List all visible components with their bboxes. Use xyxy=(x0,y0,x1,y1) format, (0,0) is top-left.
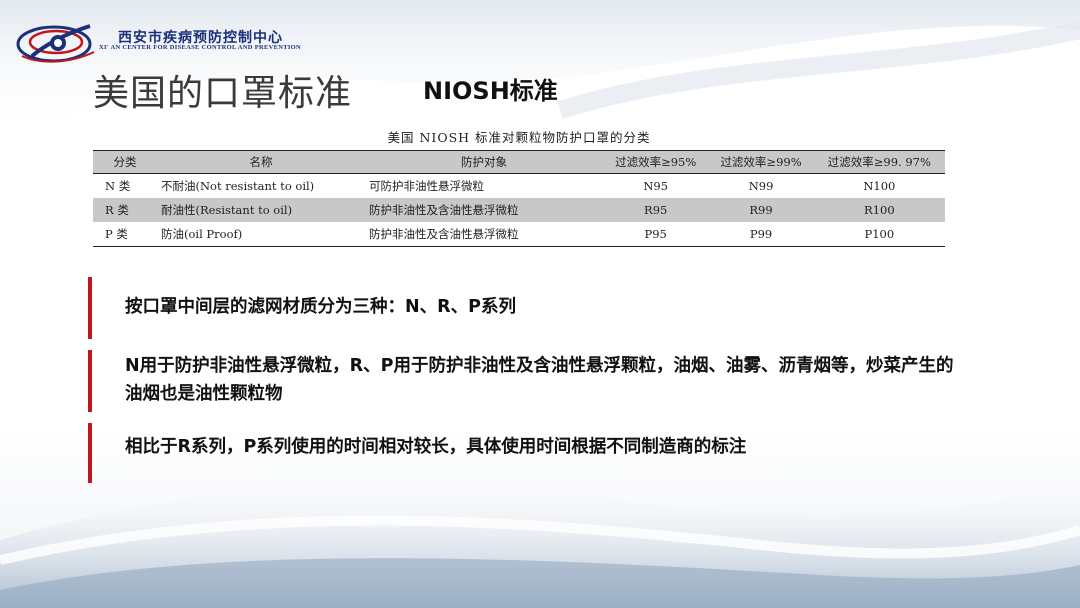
header-cell: 防护对象 xyxy=(461,155,507,169)
table-row: P 类 防油(oil Proof) 防护非油性及含油性悬浮微粒 P95 P99 … xyxy=(93,222,945,247)
table-cell: 防护非油性及含油性悬浮微粒 xyxy=(369,203,519,217)
header-cell: 过滤效率≥99. 97% xyxy=(827,155,931,169)
table-cell: R100 xyxy=(864,203,895,217)
table-row: R 类 耐油性(Resistant to oil) 防护非油性及含油性悬浮微粒 … xyxy=(93,198,945,222)
table-header-row: 分类 名称 防护对象 过滤效率≥95% 过滤效率≥99% 过滤效率≥99. 97… xyxy=(93,150,945,174)
table-cell: R 类 xyxy=(105,203,129,217)
header-cell: 分类 xyxy=(113,155,137,169)
table-cell: 耐油性(Resistant to oil) xyxy=(161,203,293,217)
org-name-en: XI' AN CENTER FOR DISEASE CONTROL AND PR… xyxy=(99,44,302,51)
bullet-text: N用于防护非油性悬浮微粒，R、P用于防护非油性及含油性悬浮颗粒，油烟、油雾、沥青… xyxy=(125,356,954,404)
table-cell: 不耐油(Not resistant to oil) xyxy=(161,179,315,193)
bullet-text: 按口罩中间层的滤网材质分为三种：N、R、P系列 xyxy=(125,297,516,317)
niosh-table-figure: 美国 NIOSH 标准对颗粒物防护口罩的分类 分类 名称 防护对象 过滤效率≥9… xyxy=(88,120,950,254)
cdc-logo-icon xyxy=(16,24,95,63)
table-cell: P99 xyxy=(749,227,773,241)
slide: 西安市疾病预防控制中心 XI' AN CENTER FOR DISEASE CO… xyxy=(0,0,1080,608)
header-cell: 名称 xyxy=(249,155,273,169)
header-cell: 过滤效率≥95% xyxy=(615,155,697,169)
table-cell: R99 xyxy=(749,203,773,217)
table-cell: P 类 xyxy=(105,227,128,241)
bullet-text: 相比于R系列，P系列使用的时间相对较长，具体使用时间根据不同制造商的标注 xyxy=(125,437,747,457)
table-cell: 可防护非油性悬浮微粒 xyxy=(369,179,484,193)
table-cell: P95 xyxy=(644,227,667,241)
niosh-classification-table: 分类 名称 防护对象 过滤效率≥95% 过滤效率≥99% 过滤效率≥99. 97… xyxy=(93,150,945,247)
page-title: 美国的口罩标准 xyxy=(93,73,353,114)
bullet-accent-bar xyxy=(88,350,92,412)
table-cell: 防护非油性及含油性悬浮微粒 xyxy=(369,227,519,241)
page-subtitle: NIOSH标准 xyxy=(423,77,558,105)
header-cell: 过滤效率≥99% xyxy=(720,155,802,169)
table-row: N 类 不耐油(Not resistant to oil) 可防护非油性悬浮微粒… xyxy=(93,174,945,199)
table-cell: N99 xyxy=(748,179,774,193)
table-cell: P100 xyxy=(864,227,895,241)
table-cell: N95 xyxy=(643,179,669,193)
bullet-accent-bar xyxy=(88,423,92,483)
table-cell: N100 xyxy=(863,179,896,193)
bullet-accent-bar xyxy=(88,277,92,339)
table-cell: R95 xyxy=(644,203,668,217)
table-cell: 防油(oil Proof) xyxy=(161,227,243,241)
table-caption: 美国 NIOSH 标准对颗粒物防护口罩的分类 xyxy=(387,130,651,145)
table-cell: N 类 xyxy=(105,179,131,193)
